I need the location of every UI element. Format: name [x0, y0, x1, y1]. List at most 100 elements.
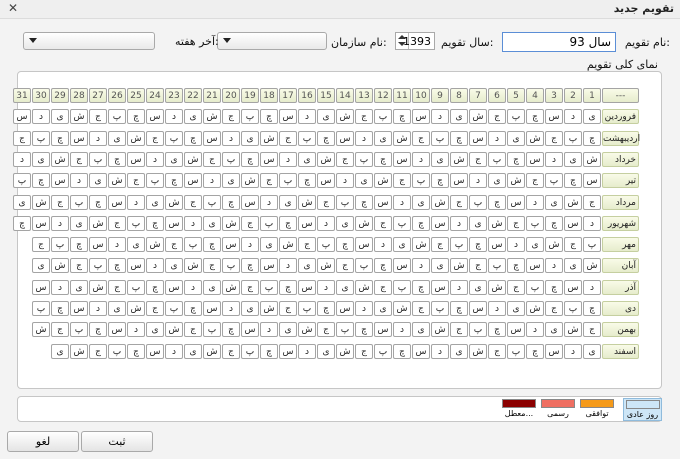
day-cell[interactable]: پ	[70, 322, 88, 338]
day-cell[interactable]: ج	[564, 237, 582, 253]
day-cell[interactable]: د	[279, 151, 297, 167]
day-cell[interactable]: چ	[317, 301, 335, 316]
day-cell[interactable]: ش	[507, 173, 525, 189]
day-cell[interactable]: ج	[146, 130, 164, 146]
day-cell[interactable]: ش	[298, 322, 316, 338]
day-cell[interactable]: ی	[203, 279, 221, 295]
day-cell[interactable]: س	[241, 322, 259, 338]
day-cell[interactable]: د	[336, 173, 354, 189]
day-cell[interactable]: پ	[32, 301, 50, 316]
day-cell[interactable]: ج	[488, 109, 506, 125]
day-cell[interactable]: د	[545, 151, 563, 167]
day-cell[interactable]: س	[507, 322, 525, 338]
day-cell[interactable]: س	[13, 109, 31, 125]
day-cell[interactable]: د	[564, 109, 582, 125]
day-cell[interactable]: ش	[32, 322, 50, 338]
legend-agreed-day[interactable]: توافقی	[580, 399, 614, 418]
cancel-button[interactable]: لغو	[7, 431, 79, 452]
day-cell[interactable]: ج	[317, 322, 335, 338]
day-cell[interactable]: پ	[412, 173, 430, 189]
day-cell[interactable]: پ	[526, 215, 544, 231]
day-cell[interactable]: س	[222, 237, 240, 253]
day-cell[interactable]: پ	[431, 130, 449, 146]
day-cell[interactable]: ی	[431, 151, 449, 167]
day-cell[interactable]: ی	[222, 173, 240, 189]
day-cell[interactable]: ش	[146, 237, 164, 253]
day-cell[interactable]: چ	[260, 109, 278, 125]
day-cell[interactable]: س	[393, 151, 411, 167]
day-cell[interactable]: س	[336, 130, 354, 146]
day-cell[interactable]: چ	[526, 343, 544, 359]
day-cell[interactable]: ش	[89, 215, 107, 231]
day-cell[interactable]: ج	[412, 130, 430, 146]
day-cell[interactable]: چ	[355, 194, 373, 210]
day-cell[interactable]: س	[32, 279, 50, 295]
day-cell[interactable]: ی	[507, 130, 525, 146]
day-cell[interactable]: ی	[412, 322, 430, 338]
day-cell[interactable]: پ	[374, 343, 392, 359]
day-cell[interactable]: پ	[355, 258, 373, 274]
day-cell[interactable]: چ	[336, 237, 354, 253]
day-cell[interactable]: س	[469, 301, 487, 316]
day-cell[interactable]: چ	[279, 215, 297, 231]
day-cell[interactable]: پ	[89, 151, 107, 167]
day-cell[interactable]: ی	[298, 151, 316, 167]
day-cell[interactable]: چ	[564, 173, 582, 189]
day-cell[interactable]: ی	[165, 258, 183, 274]
day-cell[interactable]: د	[507, 237, 525, 253]
day-cell[interactable]: ی	[184, 343, 202, 359]
day-cell[interactable]: پ	[203, 194, 221, 210]
day-cell[interactable]: س	[203, 130, 221, 146]
day-cell[interactable]: چ	[89, 194, 107, 210]
day-cell[interactable]: ج	[488, 343, 506, 359]
day-cell[interactable]: د	[526, 322, 544, 338]
day-cell[interactable]: ج	[146, 301, 164, 316]
day-cell[interactable]: پ	[222, 258, 240, 274]
day-cell[interactable]: ج	[279, 301, 297, 316]
day-cell[interactable]: ی	[146, 194, 164, 210]
day-cell[interactable]: چ	[545, 215, 563, 231]
day-cell[interactable]: ی	[469, 215, 487, 231]
day-cell[interactable]: ی	[184, 109, 202, 125]
day-cell[interactable]: پ	[393, 279, 411, 295]
day-cell[interactable]: پ	[507, 109, 525, 125]
day-cell[interactable]: ی	[279, 322, 297, 338]
day-cell[interactable]: ج	[298, 237, 316, 253]
day-cell[interactable]: ج	[526, 173, 544, 189]
day-cell[interactable]: د	[298, 343, 316, 359]
day-cell[interactable]: چ	[393, 343, 411, 359]
day-cell[interactable]: ی	[336, 215, 354, 231]
day-cell[interactable]: س	[526, 258, 544, 274]
day-cell[interactable]: د	[70, 173, 88, 189]
day-cell[interactable]: پ	[222, 151, 240, 167]
day-cell[interactable]: چ	[469, 237, 487, 253]
day-cell[interactable]: س	[51, 173, 69, 189]
day-cell[interactable]: ج	[450, 194, 468, 210]
day-cell[interactable]: ی	[450, 109, 468, 125]
day-cell[interactable]: س	[450, 173, 468, 189]
day-cell[interactable]: چ	[184, 301, 202, 316]
day-cell[interactable]: ش	[336, 343, 354, 359]
day-cell[interactable]: ج	[108, 279, 126, 295]
day-cell[interactable]: چ	[374, 258, 392, 274]
day-cell[interactable]: س	[127, 151, 145, 167]
day-cell[interactable]: س	[165, 215, 183, 231]
day-cell[interactable]: ج	[70, 258, 88, 274]
day-cell[interactable]: چ	[450, 301, 468, 316]
day-cell[interactable]: ش	[184, 258, 202, 274]
day-cell[interactable]: چ	[431, 173, 449, 189]
day-cell[interactable]: چ	[51, 130, 69, 146]
day-cell[interactable]: ش	[32, 194, 50, 210]
day-cell[interactable]: د	[127, 322, 145, 338]
day-cell[interactable]: ج	[393, 173, 411, 189]
day-cell[interactable]: پ	[13, 173, 31, 189]
day-cell[interactable]: چ	[146, 215, 164, 231]
day-cell[interactable]: ج	[89, 343, 107, 359]
calendar-name-input[interactable]	[502, 32, 616, 52]
day-cell[interactable]: پ	[317, 237, 335, 253]
day-cell[interactable]: ج	[184, 194, 202, 210]
day-cell[interactable]: ی	[526, 237, 544, 253]
day-cell[interactable]: ج	[374, 279, 392, 295]
day-cell[interactable]: س	[583, 173, 601, 189]
day-cell[interactable]: س	[412, 343, 430, 359]
